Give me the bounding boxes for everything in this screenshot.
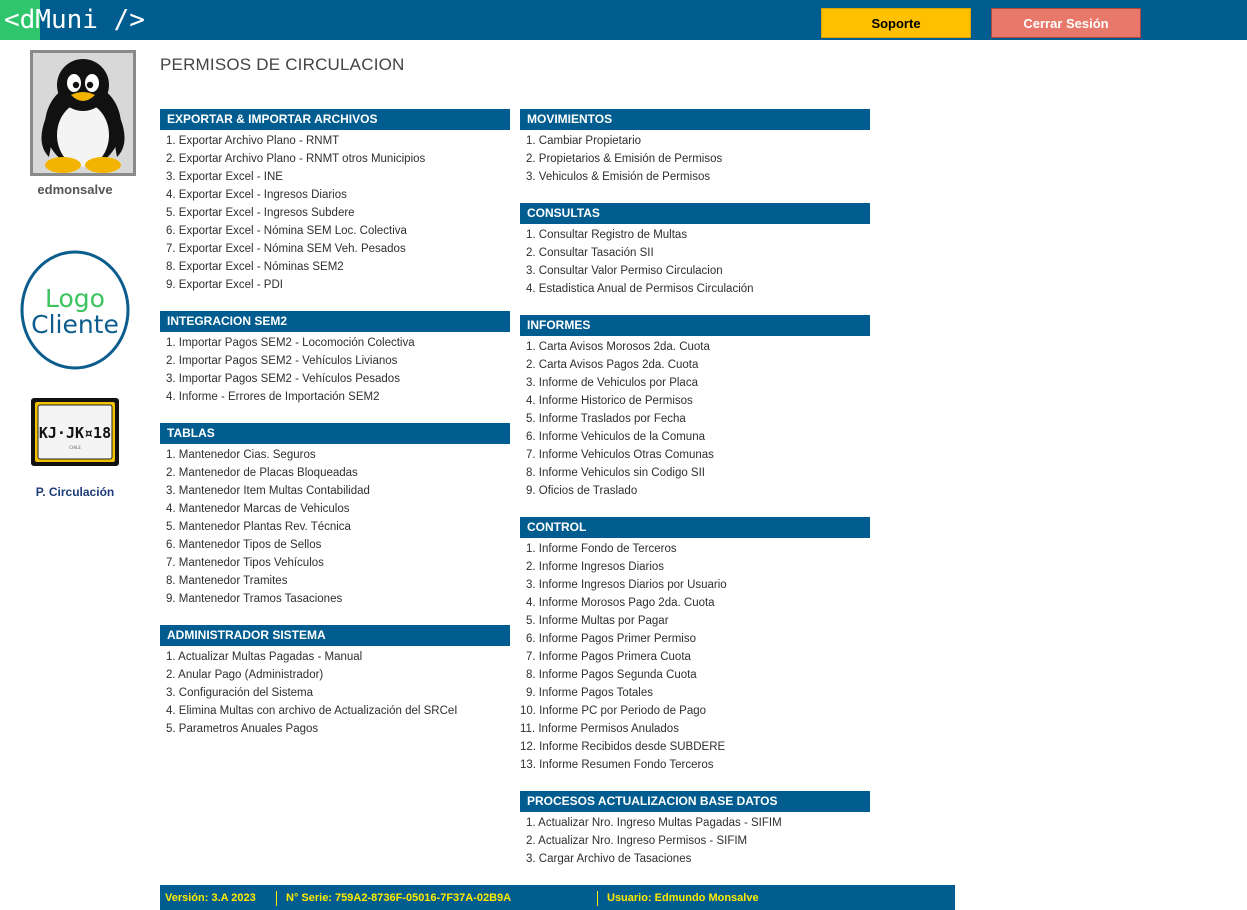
menu-item-admin-1[interactable]: 1. Actualizar Multas Pagadas - Manual	[160, 648, 510, 666]
section-admin: ADMINISTRADOR SISTEMA 1. Actualizar Mult…	[160, 625, 510, 738]
client-logo-line2: Cliente	[31, 310, 119, 339]
menu-item-control-1[interactable]: 1. Informe Fondo de Terceros	[520, 540, 870, 558]
menu-item-tablas-2[interactable]: 2. Mantenedor de Placas Bloqueadas	[160, 464, 510, 482]
username: edmonsalve	[37, 182, 113, 197]
menu-item-export-5[interactable]: 5. Exportar Excel - Ingresos Subdere	[160, 204, 510, 222]
menu-item-informes-5[interactable]: 5. Informe Traslados por Fecha	[520, 410, 870, 428]
client-logo: Logo Cliente	[20, 250, 130, 370]
menu-item-procesos-1[interactable]: 1. Actualizar Nro. Ingreso Multas Pagada…	[520, 814, 870, 832]
section-procesos: PROCESOS ACTUALIZACION BASE DATOS 1. Act…	[520, 791, 870, 868]
section-header: MOVIMIENTOS	[520, 109, 870, 130]
menu-item-movimientos-1[interactable]: 1. Cambiar Propietario	[520, 132, 870, 150]
menu-item-export-4[interactable]: 4. Exportar Excel - Ingresos Diarios	[160, 186, 510, 204]
section-header: INFORMES	[520, 315, 870, 336]
footer-user: Usuario: Edmundo Monsalve	[607, 892, 759, 904]
plate-number: KJ·JK¤18	[39, 424, 111, 442]
section-header: EXPORTAR & IMPORTAR ARCHIVOS	[160, 109, 510, 130]
plate-country: CHILE	[69, 445, 81, 450]
menu-item-control-11[interactable]: 11. Informe Permisos Anulados	[520, 720, 870, 738]
client-logo-line1: Logo	[45, 284, 105, 313]
footer-version: Versión: 3.A 2023	[165, 892, 256, 904]
menu-item-export-7[interactable]: 7. Exportar Excel - Nómina SEM Veh. Pesa…	[160, 240, 510, 258]
penguin-avatar-icon	[33, 53, 133, 173]
top-bar: <dMuni /> Soporte Cerrar Sesión	[0, 0, 1247, 40]
menu-item-tablas-1[interactable]: 1. Mantenedor Cias. Seguros	[160, 446, 510, 464]
menu-item-informes-8[interactable]: 8. Informe Vehiculos sin Codigo SII	[520, 464, 870, 482]
section-header: CONSULTAS	[520, 203, 870, 224]
section-export: EXPORTAR & IMPORTAR ARCHIVOS 1. Exportar…	[160, 109, 510, 294]
menu-item-consultas-4[interactable]: 4. Estadistica Anual de Permisos Circula…	[520, 280, 870, 298]
menu-item-tablas-7[interactable]: 7. Mantenedor Tipos Vehículos	[160, 554, 510, 572]
menu-item-export-8[interactable]: 8. Exportar Excel - Nóminas SEM2	[160, 258, 510, 276]
support-button[interactable]: Soporte	[821, 8, 971, 38]
menu-item-control-13[interactable]: 13. Informe Resumen Fondo Terceros	[520, 756, 870, 774]
menu-item-export-3[interactable]: 3. Exportar Excel - INE	[160, 168, 510, 186]
section-control: CONTROL 1. Informe Fondo de Terceros 2. …	[520, 517, 870, 774]
status-footer: Versión: 3.A 2023 N° Serie: 759A2-8736F-…	[160, 885, 955, 910]
menu-item-control-12[interactable]: 12. Informe Recibidos desde SUBDERE	[520, 738, 870, 756]
section-header: TABLAS	[160, 423, 510, 444]
menu-item-export-6[interactable]: 6. Exportar Excel - Nómina SEM Loc. Cole…	[160, 222, 510, 240]
menu-item-admin-4[interactable]: 4. Elimina Multas con archivo de Actuali…	[160, 702, 510, 720]
menu-item-movimientos-3[interactable]: 3. Vehiculos & Emisión de Permisos	[520, 168, 870, 186]
menu-item-control-6[interactable]: 6. Informe Pagos Primer Permiso	[520, 630, 870, 648]
menu-item-control-2[interactable]: 2. Informe Ingresos Diarios	[520, 558, 870, 576]
menu-item-export-2[interactable]: 2. Exportar Archivo Plano - RNMT otros M…	[160, 150, 510, 168]
footer-divider	[276, 891, 277, 906]
menu-item-tablas-4[interactable]: 4. Mantenedor Marcas de Vehiculos	[160, 500, 510, 518]
menu-item-control-8[interactable]: 8. Informe Pagos Segunda Cuota	[520, 666, 870, 684]
app-logo[interactable]: <dMuni />	[4, 3, 145, 37]
menu-item-tablas-8[interactable]: 8. Mantenedor Tramites	[160, 572, 510, 590]
menu-item-control-5[interactable]: 5. Informe Multas por Pagar	[520, 612, 870, 630]
menu-item-control-4[interactable]: 4. Informe Morosos Pago 2da. Cuota	[520, 594, 870, 612]
menu-item-admin-5[interactable]: 5. Parametros Anuales Pagos	[160, 720, 510, 738]
logout-button[interactable]: Cerrar Sesión	[991, 8, 1141, 38]
section-header: PROCESOS ACTUALIZACION BASE DATOS	[520, 791, 870, 812]
section-tablas: TABLAS 1. Mantenedor Cias. Seguros 2. Ma…	[160, 423, 510, 608]
menu-item-tablas-6[interactable]: 6. Mantenedor Tipos de Sellos	[160, 536, 510, 554]
menu-item-sem2-3[interactable]: 3. Importar Pagos SEM2 - Vehículos Pesad…	[160, 370, 510, 388]
menu-item-export-1[interactable]: 1. Exportar Archivo Plano - RNMT	[160, 132, 510, 150]
section-header: CONTROL	[520, 517, 870, 538]
menu-item-consultas-1[interactable]: 1. Consultar Registro de Multas	[520, 226, 870, 244]
section-sem2: INTEGRACION SEM2 1. Importar Pagos SEM2 …	[160, 311, 510, 406]
menu-item-admin-3[interactable]: 3. Configuración del Sistema	[160, 684, 510, 702]
menu-item-procesos-2[interactable]: 2. Actualizar Nro. Ingreso Permisos - SI…	[520, 832, 870, 850]
menu-item-sem2-2[interactable]: 2. Importar Pagos SEM2 - Vehículos Livia…	[160, 352, 510, 370]
license-plate-icon[interactable]: KJ·JK¤18 CHILE	[30, 397, 120, 467]
menu-item-control-7[interactable]: 7. Informe Pagos Primera Cuota	[520, 648, 870, 666]
menu-item-informes-6[interactable]: 6. Informe Vehiculos de la Comuna	[520, 428, 870, 446]
footer-divider	[597, 891, 598, 906]
menu-item-tablas-9[interactable]: 9. Mantenedor Tramos Tasaciones	[160, 590, 510, 608]
menu-item-informes-1[interactable]: 1. Carta Avisos Morosos 2da. Cuota	[520, 338, 870, 356]
menu-item-admin-2[interactable]: 2. Anular Pago (Administrador)	[160, 666, 510, 684]
menu-item-tablas-5[interactable]: 5. Mantenedor Plantas Rev. Técnica	[160, 518, 510, 536]
menu-item-informes-9[interactable]: 9. Oficios de Traslado	[520, 482, 870, 500]
menu-item-control-10[interactable]: 10. Informe PC por Periodo de Pago	[520, 702, 870, 720]
menu-item-sem2-4[interactable]: 4. Informe - Errores de Importación SEM2	[160, 388, 510, 406]
footer-serial: N° Serie: 759A2-8736F-05016-7F37A-02B9A	[286, 892, 512, 904]
menu-item-control-9[interactable]: 9. Informe Pagos Totales	[520, 684, 870, 702]
menu-item-consultas-3[interactable]: 3. Consultar Valor Permiso Circulacion	[520, 262, 870, 280]
menu-item-procesos-3[interactable]: 3. Cargar Archivo de Tasaciones	[520, 850, 870, 868]
plate-caption[interactable]: P. Circulación	[20, 485, 130, 499]
menu-item-consultas-2[interactable]: 2. Consultar Tasación SII	[520, 244, 870, 262]
page-title: PERMISOS DE CIRCULACION	[160, 55, 405, 74]
user-avatar	[30, 50, 136, 176]
menu-item-tablas-3[interactable]: 3. Mantenedor Item Multas Contabilidad	[160, 482, 510, 500]
menu-item-informes-4[interactable]: 4. Informe Historico de Permisos	[520, 392, 870, 410]
menu-item-informes-2[interactable]: 2. Carta Avisos Pagos 2da. Cuota	[520, 356, 870, 374]
section-consultas: CONSULTAS 1. Consultar Registro de Multa…	[520, 203, 870, 298]
menu-item-export-9[interactable]: 9. Exportar Excel - PDI	[160, 276, 510, 294]
section-header: INTEGRACION SEM2	[160, 311, 510, 332]
section-movimientos: MOVIMIENTOS 1. Cambiar Propietario 2. Pr…	[520, 109, 870, 186]
section-header: ADMINISTRADOR SISTEMA	[160, 625, 510, 646]
menu-item-informes-3[interactable]: 3. Informe de Vehiculos por Placa	[520, 374, 870, 392]
menu-item-control-3[interactable]: 3. Informe Ingresos Diarios por Usuario	[520, 576, 870, 594]
menu-item-movimientos-2[interactable]: 2. Propietarios & Emisión de Permisos	[520, 150, 870, 168]
menu-item-informes-7[interactable]: 7. Informe Vehiculos Otras Comunas	[520, 446, 870, 464]
menu-item-sem2-1[interactable]: 1. Importar Pagos SEM2 - Locomoción Cole…	[160, 334, 510, 352]
section-informes: INFORMES 1. Carta Avisos Morosos 2da. Cu…	[520, 315, 870, 500]
